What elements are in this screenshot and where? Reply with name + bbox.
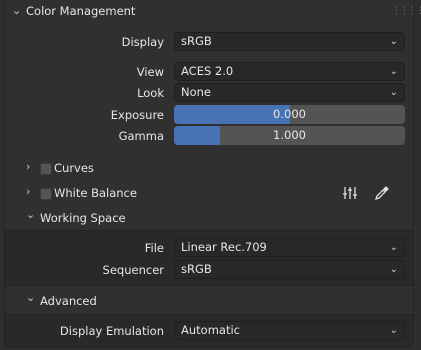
curves-checkbox[interactable] [40,163,52,175]
look-value: None [181,85,212,99]
gamma-value: 1.000 [273,128,306,142]
gamma-label: Gamma [118,129,164,143]
display-value: sRGB [181,34,212,48]
file-label: File [144,241,164,255]
file-value: Linear Rec.709 [181,240,267,254]
advanced-subpanel-header[interactable]: ⌄ Advanced [20,291,405,311]
display-emulation-label: Display Emulation [59,324,164,338]
display-emulation-dropdown[interactable]: Automatic ⌄ [174,321,405,340]
white-balance-checkbox[interactable] [40,188,52,200]
gamma-slider[interactable]: 1.000 [174,126,405,145]
chevron-down-icon: ⌄ [389,325,398,336]
exposure-slider[interactable]: 0.000 [174,105,405,124]
sequencer-value: sRGB [181,262,212,276]
sliders-icon[interactable] [342,185,360,201]
exposure-value: 0.000 [273,107,306,121]
chevron-right-icon: › [26,185,31,198]
display-emulation-value: Automatic [181,323,240,337]
curves-label: Curves [54,161,94,175]
sequencer-label: Sequencer [102,263,164,277]
working-space-title: Working Space [40,211,126,225]
view-value: ACES 2.0 [181,64,234,78]
chevron-down-icon: ⌄ [389,264,398,275]
drag-handle-icon[interactable]: ⋮⋮⋮⋮ [392,6,421,16]
chevron-down-icon: ⌄ [389,66,398,77]
display-dropdown[interactable]: sRGB ⌄ [174,32,405,51]
exposure-label: Exposure [110,108,164,122]
file-dropdown[interactable]: Linear Rec.709 ⌄ [174,238,405,257]
advanced-title: Advanced [40,294,97,308]
white-balance-subpanel-header[interactable]: › White Balance [20,185,405,203]
chevron-down-icon: ⌄ [26,208,36,221]
look-label: Look [137,86,164,100]
look-dropdown[interactable]: None ⌄ [174,83,405,102]
display-label: Display [121,35,164,49]
chevron-right-icon: › [26,160,31,173]
curves-subpanel-header[interactable]: › Curves [20,160,405,178]
view-label: View [136,65,164,79]
gamma-slider-fill [174,126,221,145]
chevron-down-icon: ⌄ [389,87,398,98]
panel-title: Color Management [26,4,136,18]
working-space-subpanel-header[interactable]: ⌄ Working Space [20,208,405,228]
color-management-header[interactable]: ⌄ Color Management ⋮⋮⋮⋮ [4,0,421,22]
white-balance-label: White Balance [54,186,137,200]
chevron-down-icon: ⌄ [26,291,36,304]
sequencer-dropdown[interactable]: sRGB ⌄ [174,260,405,279]
eyedropper-icon[interactable] [374,185,392,201]
chevron-down-icon: ⌄ [12,4,22,17]
chevron-down-icon: ⌄ [389,242,398,253]
chevron-down-icon: ⌄ [389,36,398,47]
view-dropdown[interactable]: ACES 2.0 ⌄ [174,62,405,81]
